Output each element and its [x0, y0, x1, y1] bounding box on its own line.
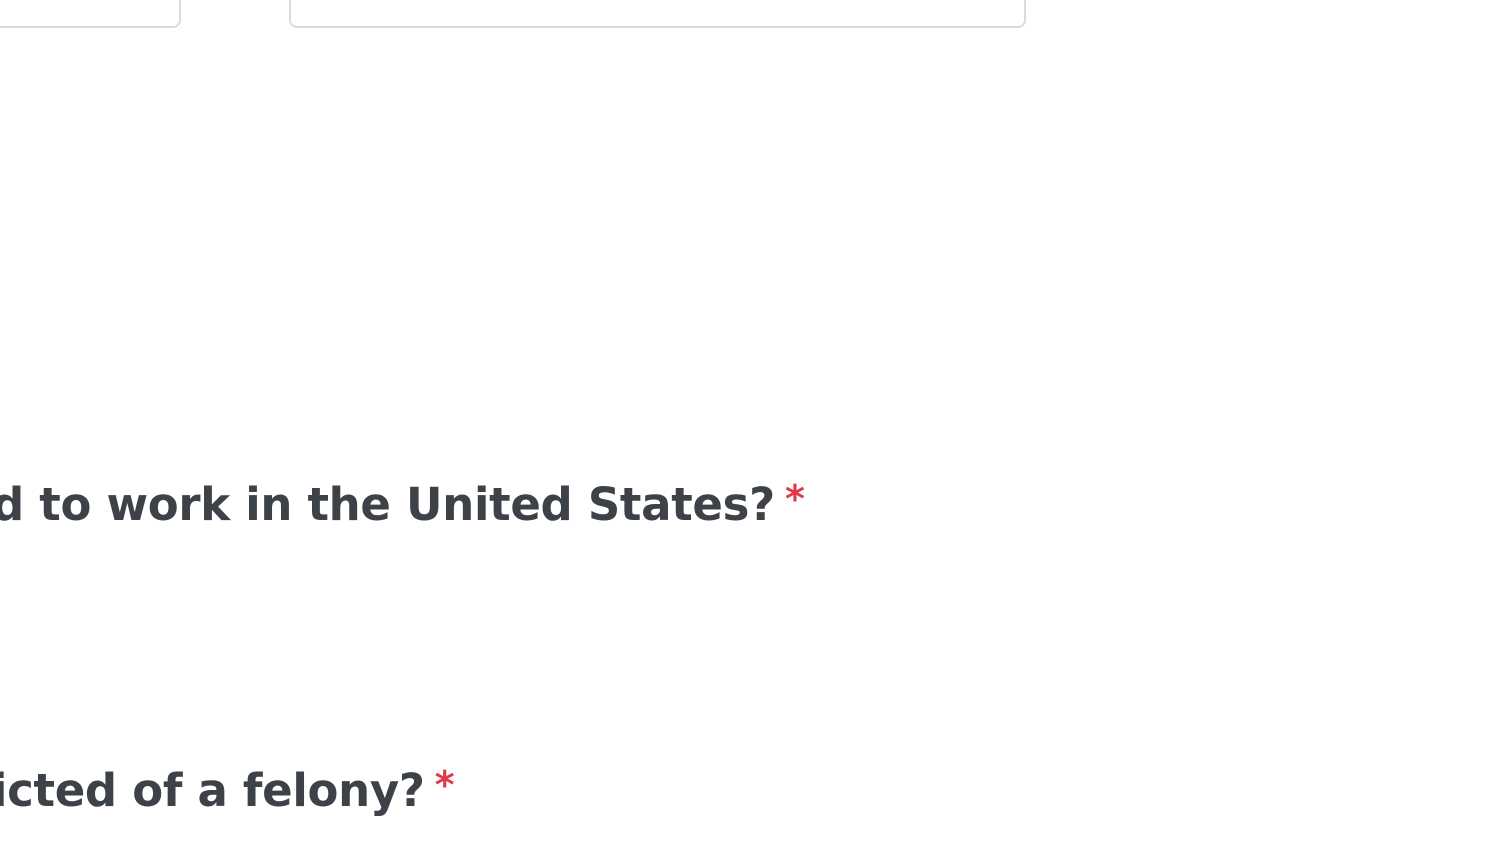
text-input-partial-left[interactable] — [0, 0, 181, 28]
work-authorization-question-label: d to work in the United States? — [0, 478, 775, 531]
felony-question: icted of a felony? * — [0, 763, 455, 813]
required-asterisk: * — [784, 477, 805, 521]
required-asterisk: * — [434, 763, 455, 807]
work-authorization-question: d to work in the United States? * — [0, 480, 805, 527]
felony-question-label: icted of a felony? — [0, 764, 425, 817]
form-page: d to work in the United States? * icted o… — [0, 0, 1500, 848]
text-input-partial-right[interactable] — [289, 0, 1026, 28]
